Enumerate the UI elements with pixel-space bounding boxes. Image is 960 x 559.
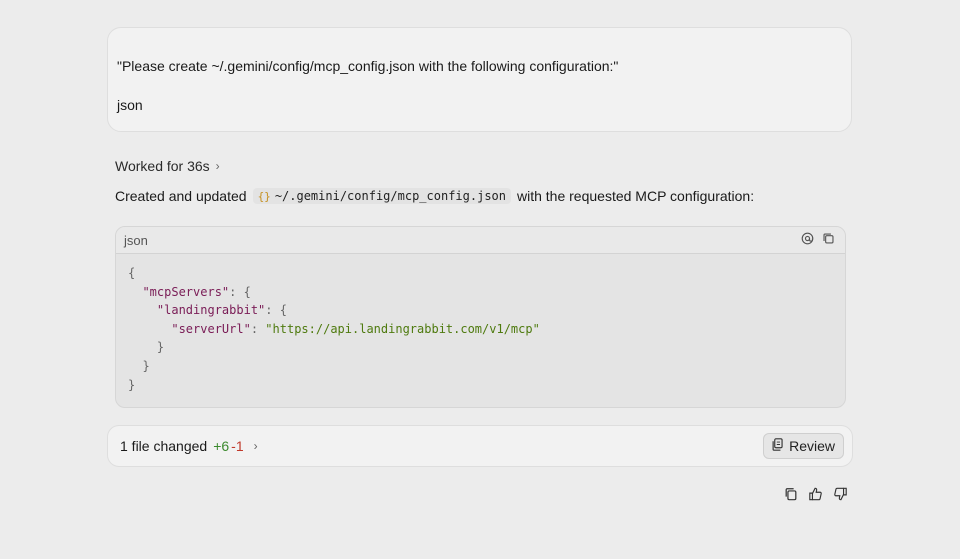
code-line: "mcpServers": { xyxy=(142,284,251,299)
code-line: "serverUrl": "https://api.landingrabbit.… xyxy=(171,321,540,336)
response-prefix: Created and updated xyxy=(115,188,247,204)
review-label: Review xyxy=(789,438,835,454)
file-link[interactable]: {} ~/.gemini/config/mcp_config.json xyxy=(252,188,511,204)
code-content: { "mcpServers": { "landingrabbit": { "se… xyxy=(116,254,845,404)
worked-for-toggle[interactable]: Worked for 36s › xyxy=(115,158,220,174)
code-line: } xyxy=(156,340,165,355)
chevron-right-icon: › xyxy=(215,159,220,173)
files-changed-label: 1 file changed xyxy=(120,438,208,454)
code-block: json { "mcpServers": { "landingrabbit": … xyxy=(115,226,846,408)
response-suffix: with the requested MCP configuration: xyxy=(517,188,755,204)
file-path: ~/.gemini/config/mcp_config.json xyxy=(274,189,506,203)
review-button[interactable]: Review xyxy=(763,433,844,459)
worked-for-label: Worked for 36s xyxy=(115,158,210,174)
code-block-header: json xyxy=(116,227,845,254)
review-icon xyxy=(772,438,784,454)
code-line: } xyxy=(142,358,150,373)
at-icon[interactable] xyxy=(801,232,814,248)
thumbs-down-icon[interactable] xyxy=(833,487,848,501)
files-changed-bar[interactable]: 1 file changed +6 -1 › Review xyxy=(107,425,853,467)
user-message-line: json xyxy=(117,97,143,113)
code-line: { xyxy=(128,266,136,280)
copy-icon[interactable] xyxy=(822,232,835,248)
code-language-label: json xyxy=(124,232,148,248)
user-message: "Please create ~/.gemini/config/mcp_conf… xyxy=(107,27,852,132)
file-json-icon: {} xyxy=(257,189,271,203)
user-message-line: "Please create ~/.gemini/config/mcp_conf… xyxy=(117,58,619,74)
code-actions xyxy=(801,232,835,248)
thumbs-up-icon[interactable] xyxy=(808,487,823,501)
copy-icon[interactable] xyxy=(784,487,798,501)
chevron-right-icon: › xyxy=(253,439,258,453)
assistant-response: Created and updated {} ~/.gemini/config/… xyxy=(115,188,754,204)
code-line: } xyxy=(128,377,136,392)
additions-count: +6 xyxy=(213,438,230,454)
code-line: "landingrabbit": { xyxy=(156,303,287,318)
deletions-count: -1 xyxy=(231,438,244,454)
files-changed-summary[interactable]: 1 file changed +6 -1 › xyxy=(120,438,258,454)
message-actions xyxy=(784,487,848,501)
